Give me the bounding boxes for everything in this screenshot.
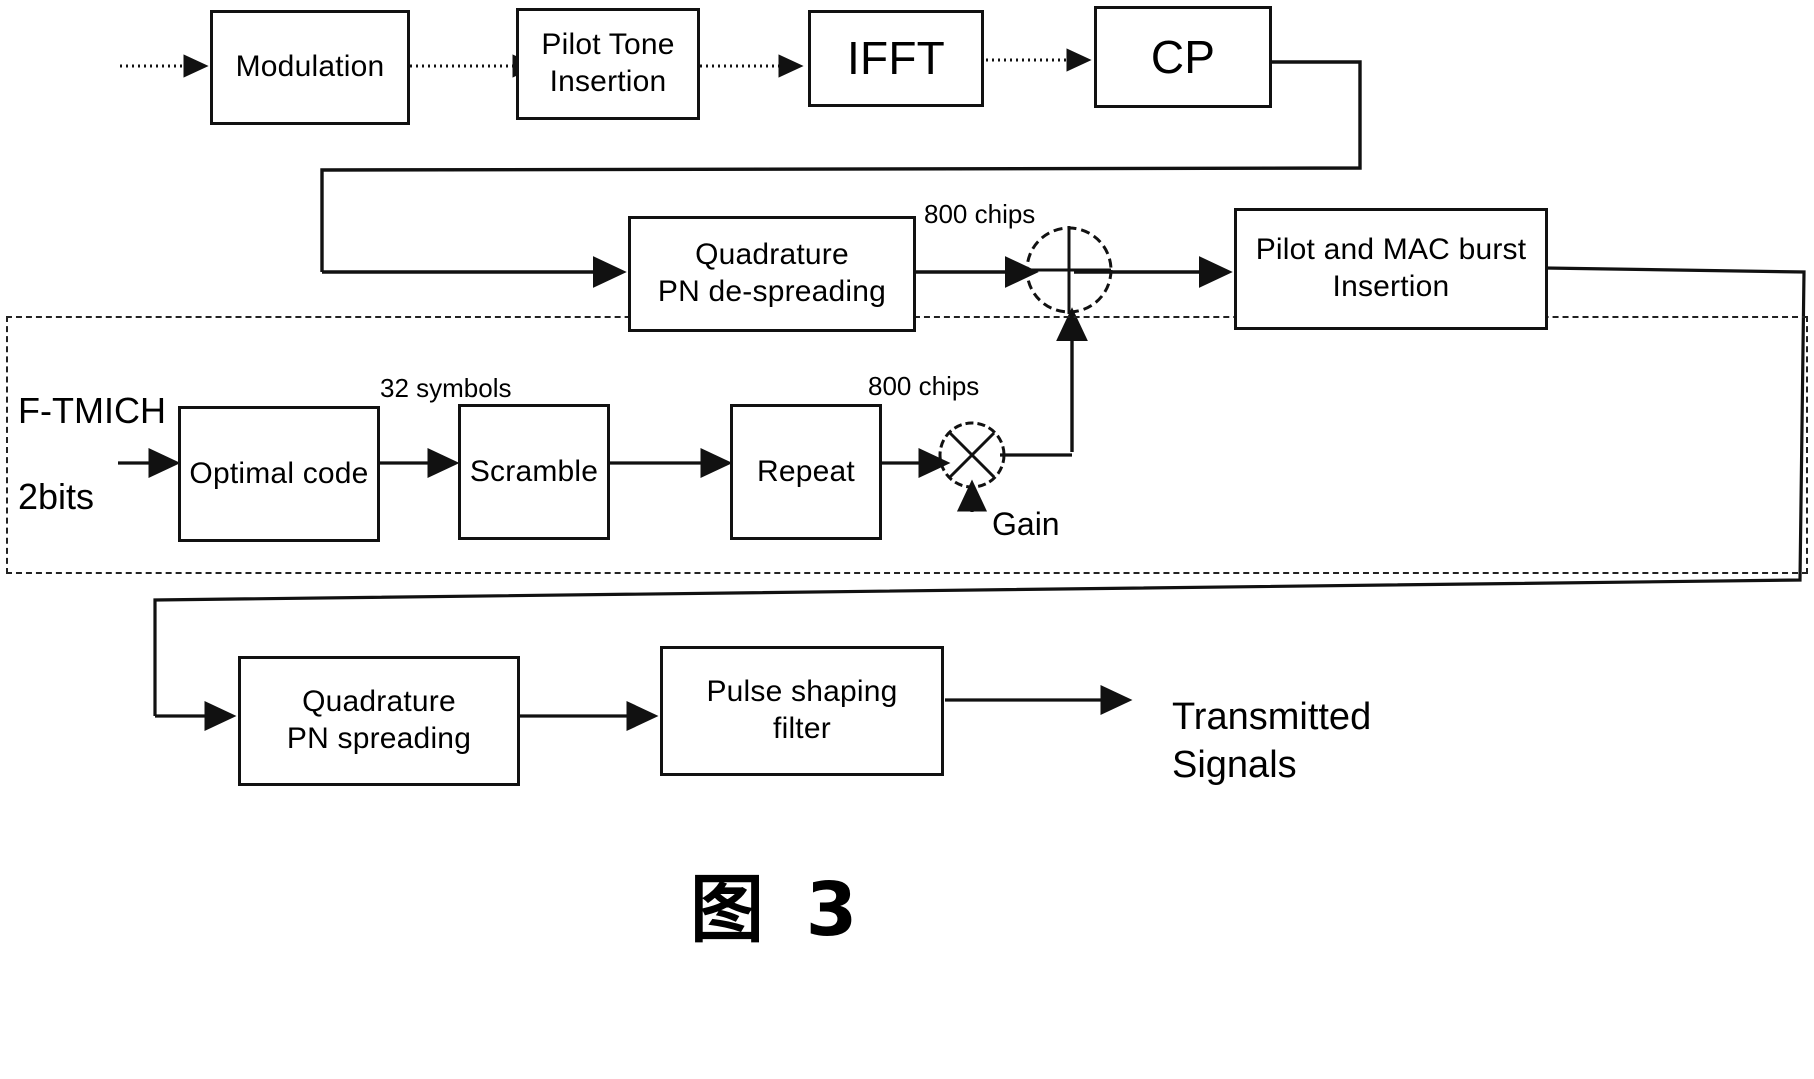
block-quadrature-pn-despreading[interactable]: Quadrature PN de-spreading [628,216,916,332]
adder-symbol [1025,226,1113,314]
block-pulse-shaping-filter[interactable]: Pulse shaping filter [660,646,944,776]
label-input-bits: 2bits [18,476,95,517]
block-quadrature-pn-spreading[interactable]: Quadrature PN spreading [238,656,520,786]
figure-caption: 图 3 [690,867,866,953]
block-modulation[interactable]: Modulation [210,10,410,125]
label-gain: Gain [992,506,1060,542]
block-repeat[interactable]: Repeat [730,404,882,540]
figure-canvas: Modulation Pilot Tone Insertion IFFT CP … [0,0,1814,1079]
label-32-symbols: 32 symbols [380,373,512,403]
label-800-chips-top: 800 chips [924,199,1036,229]
block-scramble[interactable]: Scramble [458,404,610,540]
block-cp[interactable]: CP [1094,6,1272,108]
block-optimal-code[interactable]: Optimal code [178,406,380,542]
label-800-chips-mid: 800 chips [868,371,980,401]
block-pilot-tone-insertion[interactable]: Pilot Tone Insertion [516,8,700,120]
label-transmitted-signals: Transmitted Signals [1172,696,1372,786]
label-input-channel: F-TMICH [18,390,166,431]
block-ifft[interactable]: IFFT [808,10,984,107]
block-pilot-mac-burst-insertion[interactable]: Pilot and MAC burst Insertion [1234,208,1548,330]
